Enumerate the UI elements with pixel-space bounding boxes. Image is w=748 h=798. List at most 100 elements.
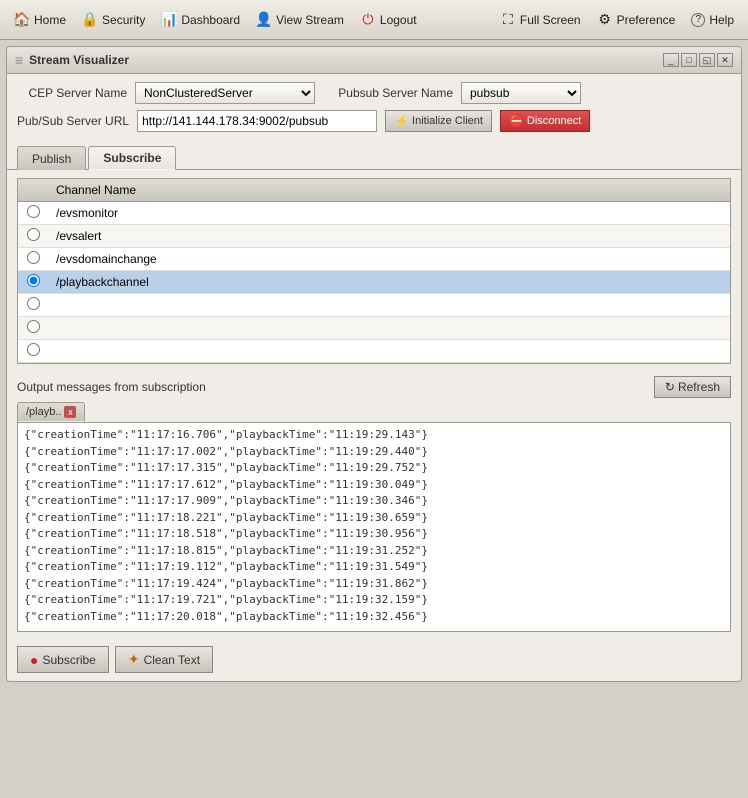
url-input[interactable] [137,110,377,132]
table-row[interactable] [18,340,730,363]
form-area: CEP Server Name NonClusteredServerCluste… [7,74,741,146]
channel-radio-cell[interactable] [18,248,48,271]
panel-restore-btn[interactable]: □ [681,53,697,67]
panel-header: ≡ Stream Visualizer _ □ ◱ ✕ [7,47,741,74]
output-message: {"creationTime":"11:17:16.706","playback… [24,427,724,444]
output-message: {"creationTime":"11:17:19.424","playback… [24,576,724,593]
fullscreen-icon: ⛶ [500,12,516,28]
subscribe-icon: ● [30,652,38,668]
channel-radio[interactable] [27,205,40,218]
nav-preference-label: Preference [617,13,676,27]
nav-viewstream-label: View Stream [276,13,344,27]
output-tab-label: /playb.. [26,406,61,418]
nav-dashboard[interactable]: 📊 Dashboard [153,8,248,32]
nav-home[interactable]: 🏠 Home [6,8,74,32]
table-row[interactable]: /playbackchannel [18,271,730,294]
tab-publish[interactable]: Publish [17,146,86,170]
channel-name-cell: /evsmonitor [48,202,730,225]
tab-subscribe[interactable]: Subscribe [88,146,176,170]
output-header: Output messages from subscription ↻ Refr… [7,372,741,402]
disconnect-btn-label: Disconnect [527,115,581,127]
nav-logout[interactable]: ⏻ Logout [352,8,425,32]
output-message: {"creationTime":"11:17:19.112","playback… [24,559,724,576]
home-icon: 🏠 [14,12,30,28]
channel-name-cell [48,294,730,317]
preference-icon: ⚙ [597,12,613,28]
nav-security-label: Security [102,13,145,27]
channel-table-radio-header [18,179,48,202]
pubsub-server-label: Pubsub Server Name [323,86,453,100]
panel-header-icon: ≡ [15,52,23,68]
channel-radio-cell[interactable] [18,340,48,363]
output-tab-playback[interactable]: /playb.. x [17,402,85,422]
nav-logout-label: Logout [380,13,417,27]
channel-name-cell [48,317,730,340]
bottom-buttons: ● Subscribe ✦ Clean Text [7,640,741,681]
cep-server-select[interactable]: NonClusteredServerClusteredServer [135,82,315,104]
channel-radio[interactable] [27,251,40,264]
clean-icon: ✦ [128,651,140,668]
output-message: {"creationTime":"11:17:17.315","playback… [24,460,724,477]
clean-text-btn[interactable]: ✦ Clean Text [115,646,213,673]
nav-preference[interactable]: ⚙ Preference [589,8,684,32]
pubsub-server-select[interactable]: pubsub [461,82,581,104]
subscribe-btn-label: Subscribe [42,653,95,667]
nav-security[interactable]: 🔒 Security [74,8,153,32]
refresh-btn-label: Refresh [678,380,720,394]
refresh-icon: ↻ [665,380,675,394]
nav-fullscreen[interactable]: ⛶ Full Screen [492,8,589,32]
channel-name-cell: /playbackchannel [48,271,730,294]
main-content: ≡ Stream Visualizer _ □ ◱ ✕ CEP Server N… [0,40,748,688]
channel-radio-cell[interactable] [18,317,48,340]
nav-help[interactable]: ? Help [683,9,742,31]
tab-publish-label: Publish [32,152,71,166]
output-message: {"creationTime":"11:17:17.612","playback… [24,477,724,494]
clean-text-btn-label: Clean Text [144,653,200,667]
logout-icon: ⏻ [360,12,376,28]
table-row[interactable] [18,317,730,340]
output-area[interactable]: {"creationTime":"11:17:16.706","playback… [17,422,731,632]
close-icon: x [68,407,73,417]
channel-radio[interactable] [27,228,40,241]
channel-radio-cell[interactable] [18,294,48,317]
initialize-client-btn[interactable]: ⚡ Initialize Client [385,110,492,132]
nav-viewstream[interactable]: 👤 View Stream [248,8,352,32]
top-navigation: 🏠 Home 🔒 Security 📊 Dashboard 👤 View Str… [0,0,748,40]
channel-radio[interactable] [27,343,40,356]
channel-name-cell: /evsdomainchange [48,248,730,271]
init-icon: ⚡ [394,114,409,128]
table-row[interactable]: /evsmonitor [18,202,730,225]
panel-maximize-btn[interactable]: ◱ [699,53,715,67]
refresh-btn[interactable]: ↻ Refresh [654,376,731,398]
table-row[interactable]: /evsdomainchange [18,248,730,271]
nav-home-label: Home [34,13,66,27]
output-tab-close-btn[interactable]: x [64,406,76,418]
stream-visualizer-panel: ≡ Stream Visualizer _ □ ◱ ✕ CEP Server N… [6,46,742,682]
table-row[interactable]: /evsalert [18,225,730,248]
table-row[interactable] [18,294,730,317]
security-icon: 🔒 [82,12,98,28]
channel-radio-cell[interactable] [18,225,48,248]
channel-radio[interactable] [27,320,40,333]
channel-radio[interactable] [27,297,40,310]
channel-table-name-header: Channel Name [48,179,730,202]
init-btn-label: Initialize Client [412,115,483,127]
disconnect-icon: ⛔ [509,114,524,128]
output-message: {"creationTime":"11:17:17.002","playback… [24,444,724,461]
panel-minimize-btn[interactable]: _ [663,53,679,67]
tabs-bar: Publish Subscribe [7,146,741,170]
dashboard-icon: 📊 [161,12,177,28]
channel-radio-cell[interactable] [18,271,48,294]
tab-subscribe-label: Subscribe [103,151,161,165]
disconnect-btn[interactable]: ⛔ Disconnect [500,110,590,132]
panel-title: Stream Visualizer [29,53,129,67]
nav-fullscreen-label: Full Screen [520,13,581,27]
output-tabs: /playb.. x [7,402,741,422]
channel-radio[interactable] [27,274,40,287]
channel-table-body: /evsmonitor /evsalert /evsdomainchange /… [18,202,730,363]
nav-help-label: Help [709,13,734,27]
subscribe-btn[interactable]: ● Subscribe [17,646,109,673]
panel-close-btn[interactable]: ✕ [717,53,733,67]
channel-radio-cell[interactable] [18,202,48,225]
cep-server-row: CEP Server Name NonClusteredServerCluste… [17,82,731,104]
